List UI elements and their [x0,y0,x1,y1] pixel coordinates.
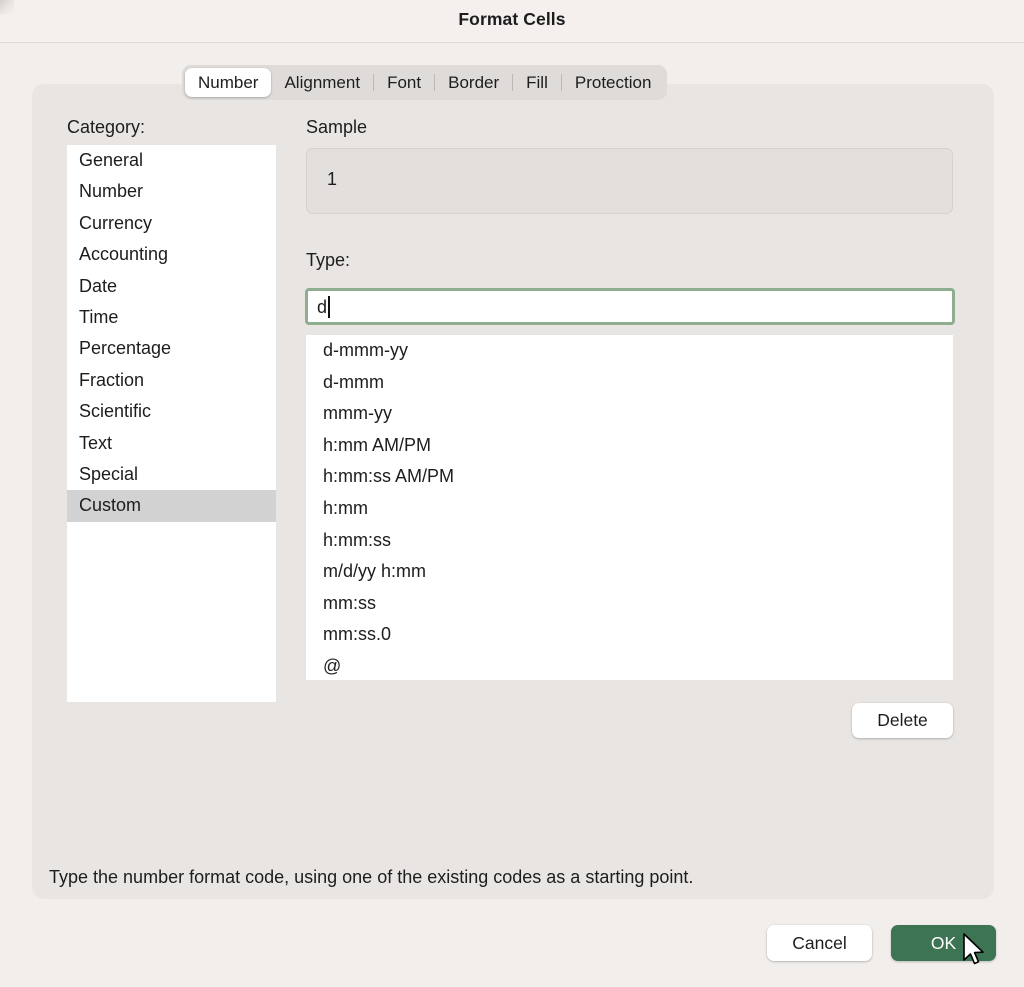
tab-border-label: Border [448,72,500,92]
category-item[interactable]: Accounting [67,239,276,270]
format-code-item[interactable]: @ [306,651,953,680]
tab-font-label: Font [387,72,422,92]
tab-alignment[interactable]: Alignment [271,68,373,97]
category-item[interactable]: Date [67,271,276,302]
tab-border[interactable]: Border [435,68,512,97]
text-caret [328,295,330,318]
format-code-item[interactable]: d-mmm [306,367,953,399]
tab-font[interactable]: Font [374,68,434,97]
category-item[interactable]: Fraction [67,365,276,396]
format-code-item[interactable]: d-mmm-yy [306,335,953,367]
delete-button[interactable]: Delete [852,703,953,738]
sample-box: 1 [306,148,953,214]
category-item[interactable]: Time [67,302,276,333]
category-item[interactable]: Percentage [67,333,276,364]
format-code-item[interactable]: m/d/yy h:mm [306,556,953,588]
category-item[interactable]: General [67,145,276,176]
ok-button[interactable]: OK [891,925,996,961]
format-code-item[interactable]: h:mm AM/PM [306,430,953,462]
format-code-item[interactable]: h:mm [306,493,953,525]
tab-fill-label: Fill [526,72,548,92]
format-code-item[interactable]: mmm-yy [306,398,953,430]
tab-fill[interactable]: Fill [513,68,561,97]
category-label: Category: [67,117,146,137]
category-item[interactable]: Text [67,428,276,459]
tab-alignment-label: Alignment [284,72,361,92]
dialog-titlebar: Format Cells [0,0,1024,43]
type-label: Type: [306,250,351,270]
tab-protection-label: Protection [574,72,652,92]
category-item[interactable]: Scientific [67,396,276,427]
help-text: Type the number format code, using one o… [49,867,694,887]
format-code-list[interactable]: d-mmm-yy d-mmm mmm-yy h:mm AM/PM h:mm:ss AM/… [306,335,953,680]
tab-protection[interactable]: Protection [562,68,665,97]
category-list[interactable]: General Number Currency Accounting Date Time P… [67,145,276,702]
tab-bar: Number Alignment Font Border Fill Protec… [182,65,668,100]
format-code-item[interactable]: h:mm:ss AM/PM [306,461,953,493]
type-input[interactable]: d [305,288,955,325]
format-code-item[interactable]: mm:ss.0 [306,619,953,651]
tab-number[interactable]: Number [185,68,272,97]
number-tab-panel: Category: General Number Currency Accountin… [32,84,994,899]
tab-number-label: Number [198,72,259,92]
sample-value: 1 [327,169,338,189]
format-code-item[interactable]: h:mm:ss [306,525,953,557]
dialog-title: Format Cells [458,9,566,29]
cancel-button[interactable]: Cancel [767,925,872,961]
format-code-item[interactable]: mm:ss [306,588,953,620]
category-item[interactable]: Currency [67,208,276,239]
category-item[interactable]: Number [67,176,276,207]
sample-label: Sample [306,117,368,137]
type-input-value: d [317,296,328,317]
category-item[interactable]: Custom [67,490,276,522]
category-item[interactable]: Special [67,459,276,490]
